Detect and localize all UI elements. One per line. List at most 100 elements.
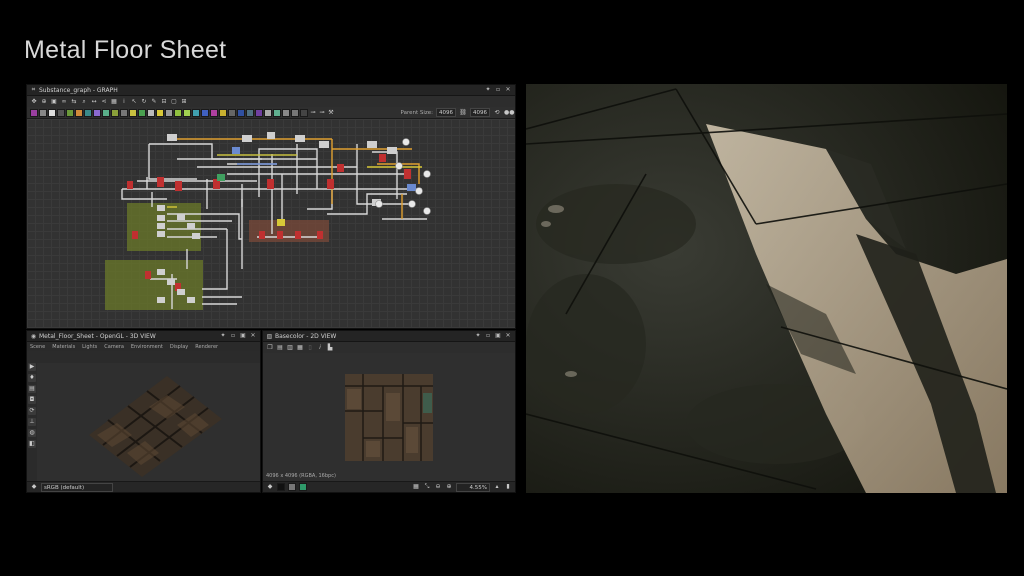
view3d-float-icon[interactable]: ▫: [229, 332, 237, 340]
histogram-icon[interactable]: ▙: [326, 344, 334, 352]
menu-lights[interactable]: Lights: [82, 344, 97, 350]
node-gray-button[interactable]: [39, 108, 47, 117]
channels-icon[interactable]: ▦: [296, 344, 304, 352]
node-teal-button[interactable]: [84, 108, 92, 117]
node-blue2-button[interactable]: [237, 108, 245, 117]
more-icon[interactable]: ●●: [504, 109, 514, 117]
export-icon[interactable]: ▥: [286, 344, 294, 352]
zoom-field[interactable]: 4.55%: [456, 482, 490, 492]
zoom-menu-icon[interactable]: ▴: [493, 483, 501, 491]
pen-icon[interactable]: ✎: [150, 98, 158, 106]
link-size-icon[interactable]: ⛓: [459, 109, 467, 117]
view2d-viewport[interactable]: 4096 x 4096 (RGBA, 16bpc): [263, 353, 515, 481]
search-icon[interactable]: ⌕: [80, 98, 88, 106]
disabled-icon[interactable]: ▯: [306, 344, 314, 352]
view2d-float-icon[interactable]: ▫: [484, 332, 492, 340]
node-green-button[interactable]: [66, 108, 74, 117]
node-gray4-button[interactable]: [228, 108, 236, 117]
cube-icon[interactable]: ◧: [28, 440, 36, 448]
light-icon[interactable]: ♦: [28, 374, 36, 382]
frame-icon[interactable]: ▢: [170, 98, 178, 106]
graph-canvas[interactable]: [27, 119, 515, 328]
node-gray2-button[interactable]: [120, 108, 128, 117]
zoom-in-icon[interactable]: ⊕: [445, 483, 453, 491]
node-magenta-button[interactable]: [210, 108, 218, 117]
move-icon[interactable]: ✥: [30, 98, 38, 106]
node-light-button[interactable]: [147, 108, 155, 117]
node-dark2-button[interactable]: [300, 108, 308, 117]
arrows-icon[interactable]: ↔: [90, 98, 98, 106]
view3d-camera-icon[interactable]: ▣: [239, 332, 247, 340]
node-olive-button[interactable]: [111, 108, 119, 117]
node-slate-button[interactable]: [246, 108, 254, 117]
node-orange-button[interactable]: [75, 108, 83, 117]
view3d-viewport[interactable]: [37, 363, 260, 481]
node-mint2-button[interactable]: [273, 108, 281, 117]
pin-icon[interactable]: ✦: [484, 86, 492, 94]
tools-icon[interactable]: ⚒: [327, 109, 335, 117]
image-icon[interactable]: ▤: [28, 385, 36, 393]
slider-icon[interactable]: ⊸: [309, 109, 317, 117]
sphere-icon[interactable]: ◍: [28, 429, 36, 437]
copy-icon[interactable]: ❐: [266, 344, 274, 352]
view2d-camera-icon[interactable]: ▣: [494, 332, 502, 340]
connect-icon[interactable]: ⇆: [70, 98, 78, 106]
node-yellow-button[interactable]: [129, 108, 137, 117]
cursor-icon[interactable]: ↖: [130, 98, 138, 106]
colorspace-select[interactable]: sRGB (default): [41, 482, 113, 492]
save-icon[interactable]: ▤: [276, 344, 284, 352]
node-atomic-button[interactable]: [30, 108, 38, 117]
slider2-icon[interactable]: ⊸: [318, 109, 326, 117]
dots-grid-icon[interactable]: ⁞: [120, 98, 128, 106]
refresh-icon[interactable]: ↻: [140, 98, 148, 106]
node-purple-button[interactable]: [255, 108, 263, 117]
node-gray3-button[interactable]: [165, 108, 173, 117]
video-icon[interactable]: ▶: [28, 363, 36, 371]
swatch-dark-button[interactable]: [277, 483, 285, 491]
float-icon[interactable]: ▫: [494, 86, 502, 94]
node-green2-button[interactable]: [138, 108, 146, 117]
layout-icon[interactable]: ⊞: [180, 98, 188, 106]
center-icon[interactable]: ⊕: [40, 98, 48, 106]
menu-environment[interactable]: Environment: [131, 344, 163, 350]
align-icon[interactable]: ⊟: [160, 98, 168, 106]
swatch-green-button[interactable]: [299, 483, 307, 491]
node-violet-button[interactable]: [93, 108, 101, 117]
node-blue-button[interactable]: [201, 108, 209, 117]
view2d-close-icon[interactable]: ✕: [504, 332, 512, 340]
node-dark-button[interactable]: [57, 108, 65, 117]
zoom-out-icon[interactable]: ⊖: [434, 483, 442, 491]
swatch-gray-button[interactable]: [288, 483, 296, 491]
node-gray6-button[interactable]: [291, 108, 299, 117]
node-yellow2-button[interactable]: [156, 108, 164, 117]
lock-icon[interactable]: ▮: [504, 483, 512, 491]
size-select[interactable]: 4096: [470, 108, 490, 117]
node-silver-button[interactable]: [264, 108, 272, 117]
tile-icon[interactable]: ▦: [412, 483, 420, 491]
axis-icon[interactable]: ⊥: [28, 418, 36, 426]
node-white-button[interactable]: [48, 108, 56, 117]
view3d-close-icon[interactable]: ✕: [249, 332, 257, 340]
menu-scene[interactable]: Scene: [30, 344, 45, 350]
link-icon[interactable]: ∞: [60, 98, 68, 106]
view2d-pin-icon[interactable]: ✦: [474, 332, 482, 340]
info-icon[interactable]: 𝑖: [316, 344, 324, 352]
close-icon[interactable]: ✕: [504, 86, 512, 94]
rotate-icon[interactable]: ⟳: [28, 407, 36, 415]
node-cyan-button[interactable]: [192, 108, 200, 117]
reset-icon[interactable]: ⟲: [493, 109, 501, 117]
fit-icon[interactable]: ⤡: [423, 483, 431, 491]
node-lime2-button[interactable]: [183, 108, 191, 117]
node-lime-button[interactable]: [174, 108, 182, 117]
env-icon[interactable]: ◘: [28, 396, 36, 404]
camera-icon[interactable]: ▣: [50, 98, 58, 106]
menu-camera[interactable]: Camera: [104, 344, 124, 350]
node-mint-button[interactable]: [102, 108, 110, 117]
menu-renderer[interactable]: Renderer: [195, 344, 218, 350]
parent-size-select[interactable]: 4096: [436, 108, 456, 117]
view3d-pin-icon[interactable]: ✦: [219, 332, 227, 340]
node-yellow3-button[interactable]: [219, 108, 227, 117]
grid-icon[interactable]: ▦: [110, 98, 118, 106]
share-icon[interactable]: ⋖: [100, 98, 108, 106]
layers-icon[interactable]: ◆: [266, 483, 274, 491]
